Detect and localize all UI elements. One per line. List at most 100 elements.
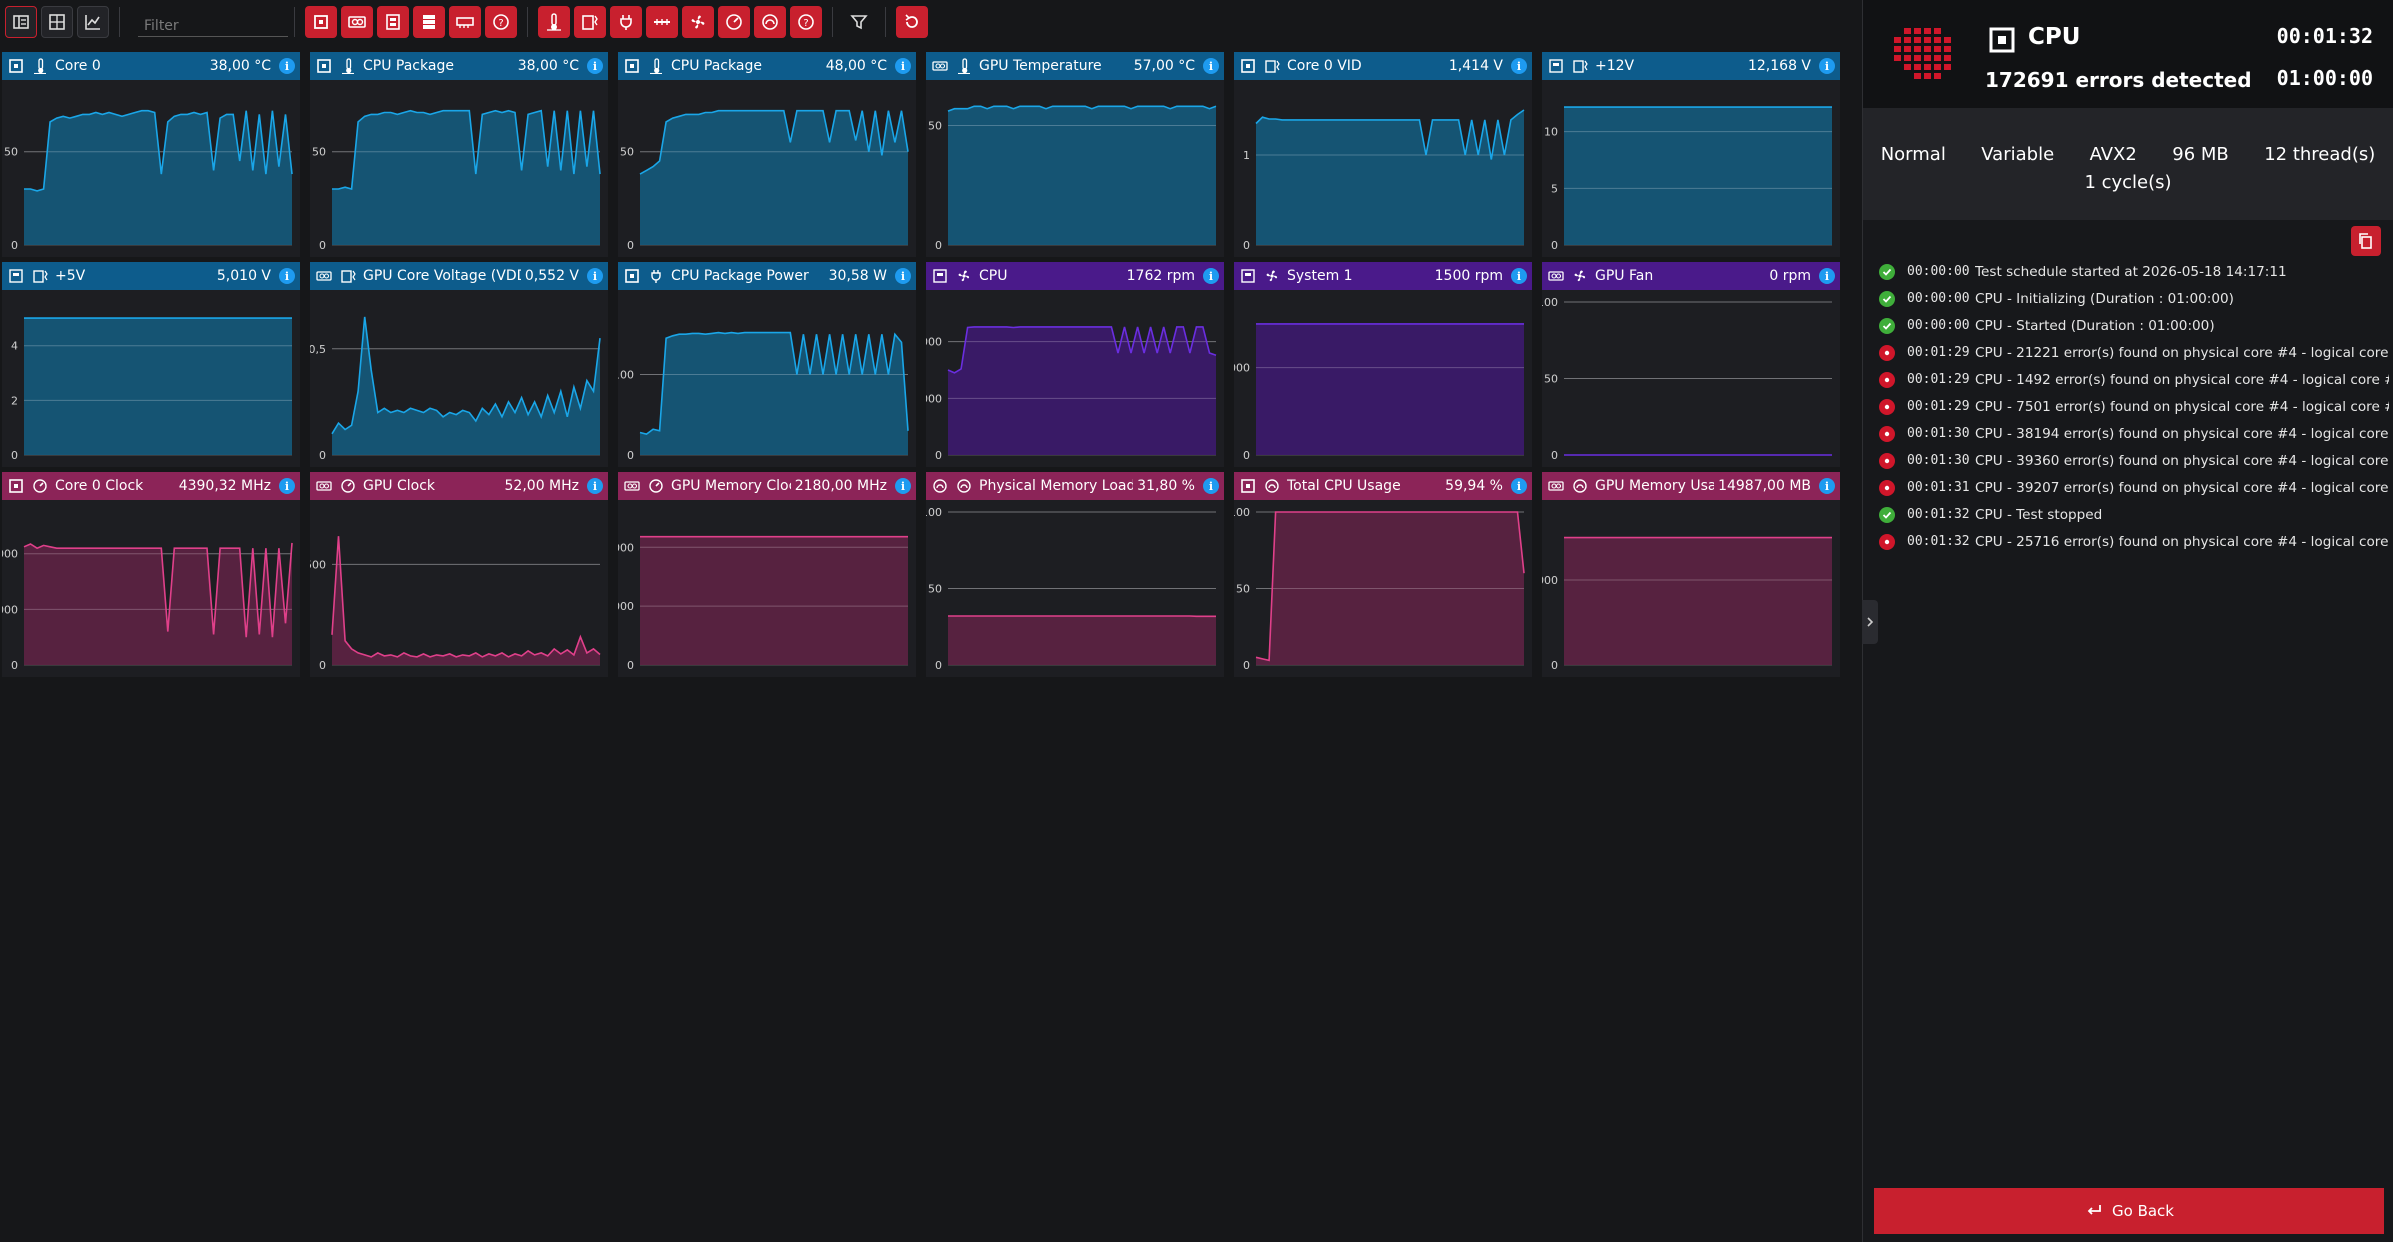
sensor-card[interactable]: CPU Package 38,00 °C i 0 50: [310, 52, 608, 257]
go-back-button[interactable]: Go Back: [1874, 1188, 2384, 1234]
settings-row: Normal Variable AVX2 96 MB 12 thread(s): [1863, 144, 2393, 165]
log-message: CPU - Test stopped: [1975, 506, 2103, 523]
log-time: 00:01:29: [1907, 399, 1970, 414]
sensor-value: 48,00 °C: [825, 58, 887, 74]
list-view-button[interactable]: [5, 6, 37, 38]
y-tick-label: 10000: [1542, 574, 1558, 587]
sensor-chart: 0 100: [618, 331, 909, 462]
sensor-card[interactable]: GPU Core Voltage (VDDC 0,552 Vi 0 0,5: [310, 262, 608, 467]
filter-storage-button[interactable]: [413, 6, 445, 38]
info-icon[interactable]: i: [1819, 268, 1835, 284]
sensor-card[interactable]: Core 0 Clock 4390,32 MHz i 0 2000 4000: [2, 472, 300, 677]
y-tick-label: 5: [1551, 182, 1558, 195]
filter-temperature-button[interactable]: [538, 6, 570, 38]
test-summary: CPU 172691 errors detected 00:01:32 01:0…: [1863, 0, 2393, 108]
info-icon[interactable]: i: [1819, 478, 1835, 494]
y-tick-label: 50: [1236, 583, 1250, 596]
sensor-card[interactable]: System 1 1500 rpm i 0 1000: [1234, 262, 1532, 467]
sensor-card[interactable]: Total CPU Usage 59,94 % i 0 50 100: [1234, 472, 1532, 677]
voltage-icon: [582, 15, 598, 30]
sensor-card[interactable]: +12V 12,168 V i 0 5 10: [1542, 52, 1840, 257]
sensor-card[interactable]: CPU Package 48,00 °C i 0 50: [618, 52, 916, 257]
sensor-header: GPU Memory Clock2180,00 MHz i: [618, 472, 916, 500]
setting-mode: Normal: [1880, 144, 1946, 165]
info-icon[interactable]: i: [587, 478, 603, 494]
info-icon[interactable]: i: [1819, 58, 1835, 74]
log-row: 00:01:30 CPU - 39360 error(s) found on ph…: [1879, 447, 2389, 474]
info-icon[interactable]: i: [1511, 478, 1527, 494]
sensor-name: GPU Fan: [1595, 268, 1654, 284]
sensor-value: 4390,32 MHz: [178, 478, 271, 494]
sensor-card[interactable]: GPU Temperature 57,00 °C i 0 50: [926, 52, 1224, 257]
log-message: CPU - 38194 error(s) found on physical c…: [1975, 425, 2389, 442]
sensor-card[interactable]: CPU 1762 rpm i 0 1000 2000: [926, 262, 1224, 467]
info-icon[interactable]: i: [587, 268, 603, 284]
help-icon: ?: [798, 14, 814, 30]
filter-power-button[interactable]: [610, 6, 642, 38]
sensor-card[interactable]: +5V 5,010 V i 0 2 4: [2, 262, 300, 467]
ram-icon: [456, 17, 474, 28]
logo-dot: [1934, 64, 1941, 70]
info-icon[interactable]: i: [1511, 58, 1527, 74]
filter-motherboard-button[interactable]: [377, 6, 409, 38]
filter-cpu-button[interactable]: [305, 6, 337, 38]
collapse-panel-button[interactable]: [1862, 600, 1878, 644]
filter-fan-button[interactable]: [682, 6, 714, 38]
series-area: [332, 316, 600, 455]
info-icon[interactable]: i: [279, 58, 295, 74]
y-tick-label: 10: [1544, 126, 1558, 139]
svg-text:?: ?: [803, 18, 808, 29]
chart-view-button[interactable]: [77, 6, 109, 38]
info-icon[interactable]: i: [1511, 268, 1527, 284]
logo-dot: [1944, 55, 1951, 61]
info-icon[interactable]: i: [587, 58, 603, 74]
filter-misc-button[interactable]: ?: [790, 6, 822, 38]
sensor-card[interactable]: GPU Clock 52,00 MHz i 0 500: [310, 472, 608, 677]
sensor-card[interactable]: Physical Memory Load31,80 % i 0 50 100: [926, 472, 1224, 677]
sensor-card[interactable]: GPU Memory Usag14987,00 MB i 0 10000: [1542, 472, 1840, 677]
filter-input[interactable]: [138, 7, 288, 37]
logo-dot: [1944, 64, 1951, 70]
cpu-icon: [315, 57, 333, 75]
info-icon[interactable]: i: [1203, 478, 1219, 494]
info-icon[interactable]: i: [279, 478, 295, 494]
info-icon[interactable]: i: [895, 478, 911, 494]
info-icon[interactable]: i: [279, 268, 295, 284]
y-tick-label: 0: [319, 239, 326, 252]
sensor-value: 31,80 %: [1137, 478, 1195, 494]
sensor-card[interactable]: Core 0 VID 1,414 Vi01: [1234, 52, 1532, 257]
info-icon[interactable]: i: [1203, 268, 1219, 284]
sensor-card[interactable]: GPU Fan 0 rpm i 0 50 100: [1542, 262, 1840, 467]
filter-gpu-button[interactable]: [341, 6, 373, 38]
help-icon: ?: [493, 14, 509, 30]
sensor-chart: 0 2000 4000: [2, 542, 293, 672]
sensor-chart: 00,5: [310, 316, 601, 462]
grid-view-button[interactable]: [41, 6, 73, 38]
sensor-value: 38,00 °C: [517, 58, 579, 74]
info-icon[interactable]: i: [895, 58, 911, 74]
reset-button[interactable]: [896, 6, 928, 38]
filter-load-button[interactable]: [754, 6, 786, 38]
sensor-card[interactable]: GPU Memory Clock2180,00 MHz i 0 1000 2000: [618, 472, 916, 677]
motherboard-icon: [1547, 57, 1565, 75]
copy-log-button[interactable]: [2351, 226, 2381, 256]
fan-icon: [1263, 267, 1281, 285]
y-tick-label: 50: [928, 583, 942, 596]
filter-voltage-button[interactable]: [574, 6, 606, 38]
log-row: 00:01:30 CPU - 38194 error(s) found on ph…: [1879, 420, 2389, 447]
info-icon[interactable]: i: [1203, 58, 1219, 74]
sensor-card[interactable]: CPU Package Power 30,58 W i 0 100: [618, 262, 916, 467]
info-icon[interactable]: i: [895, 268, 911, 284]
sensor-name: +5V: [55, 268, 86, 284]
filter-ram-button[interactable]: [449, 6, 481, 38]
filter-clock-button[interactable]: [718, 6, 750, 38]
log-time: 00:00:00: [1907, 318, 1970, 333]
advanced-filter-button[interactable]: [843, 6, 875, 38]
sensor-card[interactable]: Core 0 38,00 °C i 0 50: [2, 52, 300, 257]
filter-bus-button[interactable]: [646, 6, 678, 38]
y-tick-label: 0,5: [310, 343, 326, 356]
filter-other-button[interactable]: ?: [485, 6, 517, 38]
y-tick-label: 0: [1243, 659, 1250, 672]
sensor-name: Core 0 VID: [1287, 58, 1362, 74]
y-tick-label: 50: [1544, 373, 1558, 386]
